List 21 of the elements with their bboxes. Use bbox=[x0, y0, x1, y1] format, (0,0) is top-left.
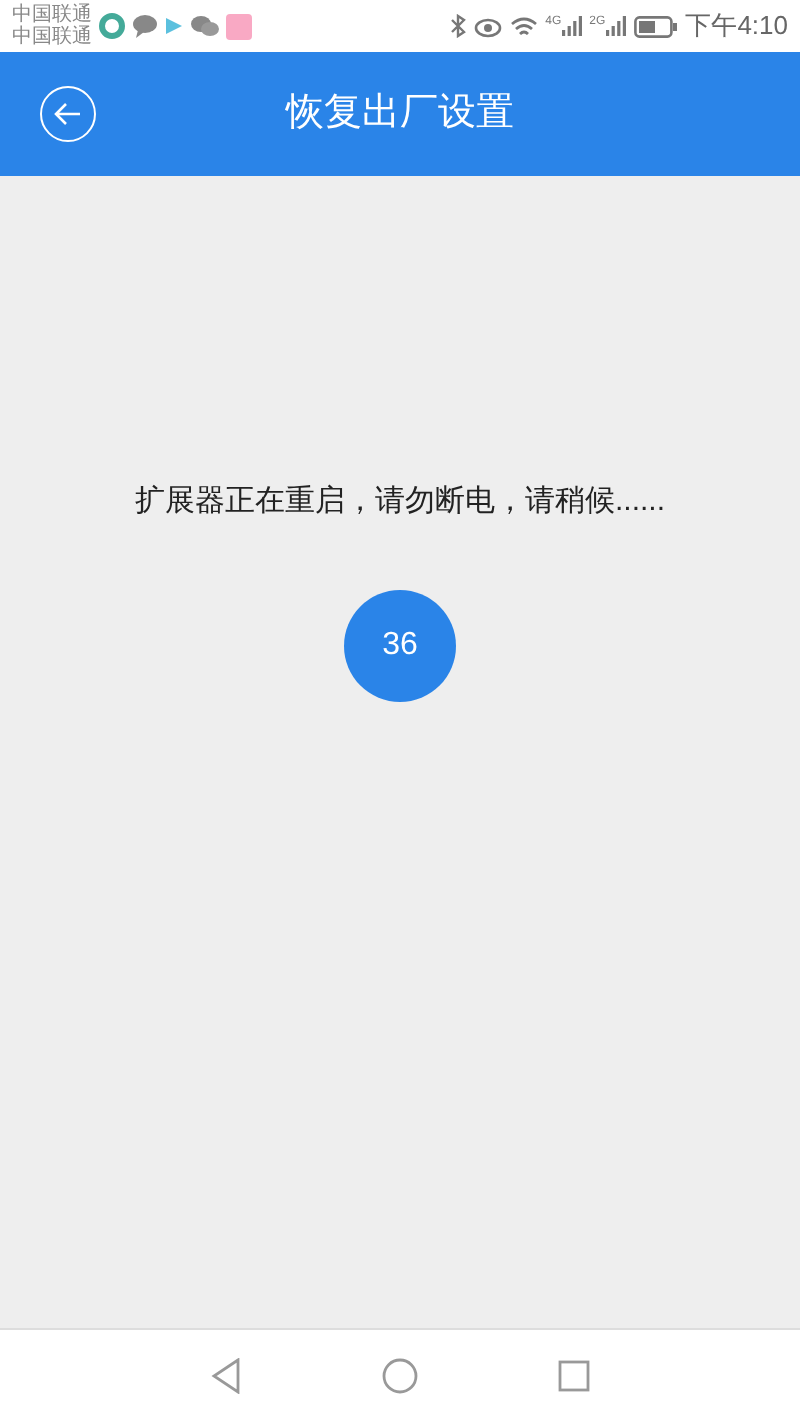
clock-time: 下午4:10 bbox=[685, 8, 788, 45]
app-logo-icon bbox=[98, 12, 126, 40]
page-title: 恢复出厂设置 bbox=[286, 89, 514, 138]
nav-home-icon[interactable] bbox=[382, 1358, 418, 1394]
status-message: 扩展器正在重启，请勿断电，请稍候...... bbox=[134, 482, 665, 522]
chat-bubble-icon bbox=[132, 14, 158, 38]
back-arrow-icon bbox=[54, 102, 82, 126]
carrier-label: 中国联通 bbox=[12, 26, 92, 48]
signal-icon bbox=[561, 16, 582, 36]
battery-icon bbox=[633, 15, 678, 37]
signal-icon bbox=[605, 16, 626, 36]
eye-icon bbox=[473, 15, 502, 37]
wifi-icon bbox=[509, 15, 538, 37]
play-icon bbox=[164, 16, 184, 36]
back-button[interactable] bbox=[40, 86, 96, 142]
bluetooth-icon bbox=[449, 14, 466, 38]
countdown-badge: 36 bbox=[344, 589, 456, 701]
carrier-label: 中国联通 bbox=[12, 4, 92, 26]
nav-back-icon[interactable] bbox=[210, 1358, 242, 1394]
nav-recents-icon[interactable] bbox=[558, 1360, 590, 1392]
app-badge-icon bbox=[226, 13, 252, 39]
